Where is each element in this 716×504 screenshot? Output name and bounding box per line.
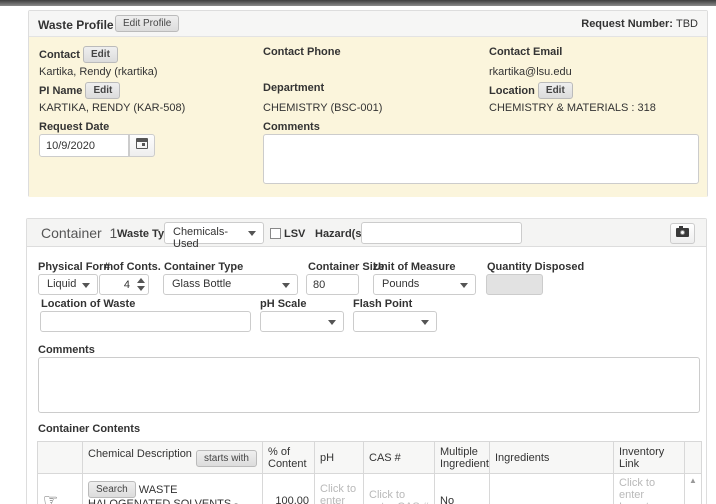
chevron-down-icon — [328, 320, 336, 325]
edit-profile-button[interactable]: Edit Profile — [115, 15, 179, 32]
container-panel: Container 1 Waste Type Chemicals-Used LS… — [26, 218, 707, 504]
hazards-label: Hazard(s) — [315, 228, 365, 240]
chevron-down-icon — [460, 283, 468, 288]
unit-of-measure-label: Unit of Measure — [373, 261, 456, 273]
inventory-link-header: Inventory Link — [614, 442, 685, 474]
stepper-down-icon[interactable] — [137, 286, 145, 291]
ingredients-cell[interactable] — [490, 474, 614, 504]
chevron-down-icon — [421, 320, 429, 325]
chevron-down-icon — [282, 283, 290, 288]
request-number: Request Number: TBD — [581, 18, 698, 30]
inventory-link-cell[interactable]: Click to enter Inventory Link # — [614, 474, 685, 504]
chemical-description-header: Chemical Description starts with — [83, 442, 263, 474]
camera-icon — [676, 228, 689, 237]
lsv-checkbox[interactable] — [270, 228, 281, 239]
location-label: Location Edit — [489, 82, 573, 99]
num-conts-label: # of Conts. — [104, 261, 161, 273]
hazards-input[interactable] — [361, 222, 522, 244]
contact-edit-button[interactable]: Edit — [83, 46, 118, 63]
location-value: CHEMISTRY & MATERIALS : 318 — [489, 102, 656, 114]
contact-email-value: rkartika@lsu.edu — [489, 66, 572, 78]
location-of-waste-label: Location of Waste — [41, 298, 135, 310]
camera-button[interactable] — [670, 223, 695, 244]
waste-profile-title: Waste Profile — [38, 18, 114, 32]
pi-name-value: KARTIKA, RENDY (KAR-508) — [39, 102, 185, 114]
row-pointer-cell: ☞ — [38, 474, 83, 504]
multiple-ingredients-cell[interactable]: No — [435, 474, 490, 504]
location-of-waste-input[interactable] — [40, 311, 251, 332]
department-value: CHEMISTRY (BSC-001) — [263, 102, 382, 114]
waste-type-select[interactable]: Chemicals-Used — [164, 222, 264, 244]
table-scrollbar-header — [685, 442, 702, 474]
unit-of-measure-select[interactable]: Pounds — [373, 274, 476, 295]
starts-with-button[interactable]: starts with — [196, 450, 257, 467]
department-label: Department — [263, 82, 324, 94]
profile-comments-textarea[interactable] — [263, 134, 699, 184]
waste-profile-panel: Waste Profile Edit Profile Request Numbe… — [28, 10, 708, 197]
chevron-down-icon — [248, 231, 256, 236]
table-header-row: Chemical Description starts with % of Co… — [38, 442, 702, 474]
container-size-input[interactable] — [306, 274, 359, 295]
row-pointer-header — [38, 442, 83, 474]
chevron-down-icon — [82, 283, 90, 288]
quantity-disposed-input — [486, 274, 543, 295]
container-type-label: Container Type — [164, 261, 243, 273]
search-button[interactable]: Search — [88, 481, 136, 498]
percent-content-cell[interactable]: 100.00 — [263, 474, 315, 504]
container-type-select[interactable]: Glass Bottle — [163, 274, 298, 295]
request-date-label: Request Date — [39, 121, 109, 133]
calendar-icon — [136, 138, 148, 149]
percent-content-header: % of Content — [263, 442, 315, 474]
contact-label: Contact Edit — [39, 46, 118, 63]
contact-value: Kartika, Rendy (rkartika) — [39, 66, 158, 78]
stepper-up-icon[interactable] — [137, 278, 145, 283]
window-top-bar — [0, 0, 716, 6]
cas-header: CAS # — [364, 442, 435, 474]
container-contents-title: Container Contents — [38, 423, 140, 435]
request-number-value: TBD — [676, 18, 698, 30]
profile-comments-label: Comments — [263, 121, 320, 133]
table-row: ☞ Search WASTE HALOGENATED SOLVENTS - KA… — [38, 474, 702, 504]
container-comments-label: Comments — [38, 344, 95, 356]
container-contents-table: Chemical Description starts with % of Co… — [37, 441, 702, 504]
lsv-label: LSV — [284, 228, 305, 240]
ingredients-header: Ingredients — [490, 442, 614, 474]
request-number-label: Request Number: — [581, 18, 673, 30]
ph-cell[interactable]: Click to enter pH — [315, 474, 364, 504]
ph-scale-select[interactable] — [260, 311, 344, 332]
quantity-disposed-label: Quantity Disposed — [487, 261, 584, 273]
physical-form-label: Physical Form — [38, 261, 113, 273]
container-comments-textarea[interactable] — [38, 357, 700, 413]
request-date-input[interactable] — [39, 134, 129, 157]
contact-phone-label: Contact Phone — [263, 46, 341, 58]
multiple-ingredients-header: Multiple Ingredients — [435, 442, 490, 474]
physical-form-select[interactable]: Liquid — [38, 274, 98, 295]
flash-point-label: Flash Point — [353, 298, 412, 310]
location-edit-button[interactable]: Edit — [538, 82, 573, 99]
chemical-description-cell[interactable]: Search WASTE HALOGENATED SOLVENTS - KART… — [83, 474, 263, 504]
flash-point-select[interactable] — [353, 311, 437, 332]
pi-name-label: PI Name Edit — [39, 82, 120, 99]
waste-profile-body: Contact Edit Kartika, Rendy (rkartika) P… — [29, 37, 707, 197]
num-conts-stepper[interactable] — [134, 275, 148, 294]
table-scrollbar[interactable]: ▲ — [685, 474, 702, 504]
scroll-up-icon[interactable]: ▲ — [685, 474, 701, 486]
calendar-button[interactable] — [129, 134, 155, 157]
ph-scale-label: pH Scale — [260, 298, 306, 310]
contact-email-label: Contact Email — [489, 46, 562, 58]
row-pointer-icon: ☞ — [43, 491, 58, 504]
container-title: Container 1 — [41, 225, 117, 241]
pi-name-edit-button[interactable]: Edit — [85, 82, 120, 99]
cas-cell[interactable]: Click to enter CAS # — [364, 474, 435, 504]
ph-header: pH — [315, 442, 364, 474]
